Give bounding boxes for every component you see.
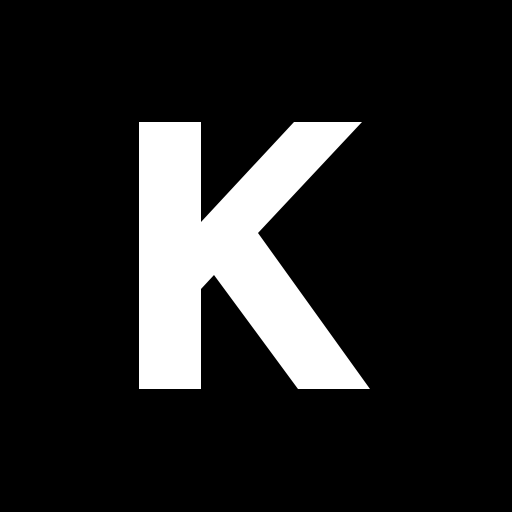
app-icon-tile	[0, 0, 512, 512]
letter-k-logo-icon	[139, 122, 370, 389]
letter-k-glyph	[139, 122, 370, 389]
